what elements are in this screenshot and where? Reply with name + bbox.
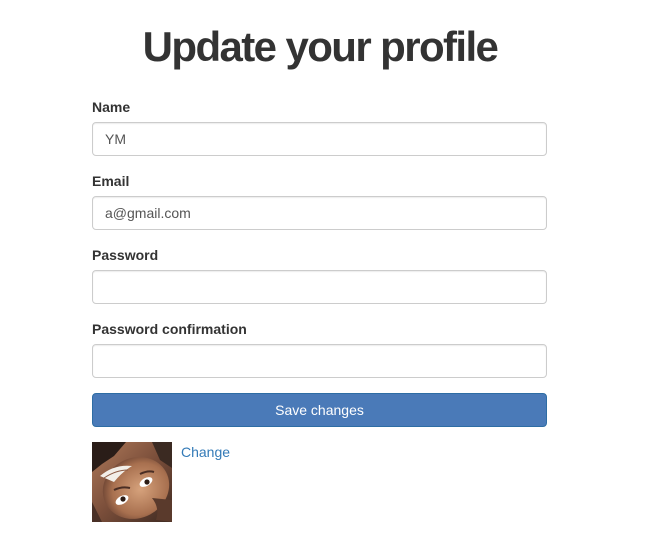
password-input[interactable] [92, 270, 547, 304]
change-avatar-link[interactable]: Change [181, 444, 230, 460]
page-title: Update your profile [142, 23, 499, 70]
email-input[interactable] [92, 196, 547, 230]
name-label: Name [92, 99, 131, 115]
name-input[interactable] [92, 122, 547, 156]
password-label: Password [92, 247, 159, 263]
password-confirmation-input[interactable] [92, 344, 547, 378]
email-label: Email [92, 173, 130, 189]
avatar [92, 442, 172, 522]
profile-form: Name Email Password Password confirmatio… [92, 98, 547, 427]
save-changes-button[interactable]: Save changes [92, 393, 547, 427]
user-photo-icon [92, 442, 172, 522]
password-confirmation-label: Password confirmation [92, 321, 247, 337]
